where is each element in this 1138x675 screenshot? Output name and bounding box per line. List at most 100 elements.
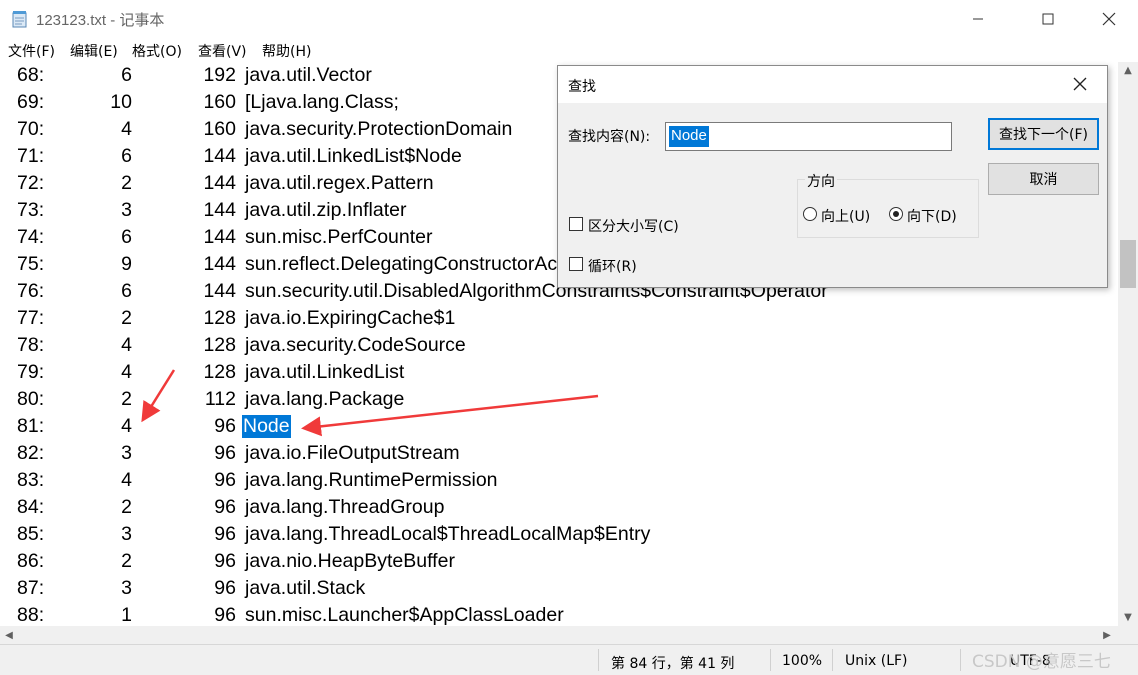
find-dialog-titlebar: 查找: [558, 66, 1107, 103]
line-number: 85:: [17, 523, 45, 545]
class-name: java.lang.ThreadGroup: [245, 496, 445, 518]
minimize-button[interactable]: [955, 0, 1001, 38]
class-name: java.util.LinkedList$Node: [245, 145, 462, 167]
scroll-down-button[interactable]: ▼: [1118, 609, 1138, 626]
status-line-ending: Unix (LF): [845, 653, 908, 669]
class-name: java.io.ExpiringCache$1: [245, 307, 456, 329]
byte-size: 128: [203, 334, 236, 356]
chevron-up-icon: ▲: [1124, 65, 1132, 76]
line-number: 71:: [17, 145, 45, 167]
minimize-icon: [973, 18, 983, 20]
find-what-value: Node: [669, 126, 709, 147]
text-line: 79: 4 128 java.util.LinkedList: [0, 361, 1118, 388]
chevron-down-icon: ▼: [1124, 612, 1132, 623]
menu-edit[interactable]: 编辑(E): [70, 41, 118, 61]
direction-down-radio[interactable]: [889, 207, 903, 221]
line-number: 77:: [17, 307, 45, 329]
find-next-button[interactable]: 查找下一个(F): [988, 118, 1099, 150]
match-case-label: 区分大小写(C): [588, 219, 679, 235]
direction-down-label: 向下(D): [907, 209, 957, 225]
direction-up-radio[interactable]: [803, 207, 817, 221]
text-line: 83: 4 96 java.lang.RuntimePermission: [0, 469, 1118, 496]
line-number: 81:: [17, 415, 45, 437]
byte-size: 128: [203, 307, 236, 329]
instance-count: 3: [121, 523, 132, 545]
line-number: 80:: [17, 388, 45, 410]
class-name: java.lang.RuntimePermission: [245, 469, 498, 491]
class-name: java.io.FileOutputStream: [245, 442, 460, 464]
text-line: 86: 2 96 java.nio.HeapByteBuffer: [0, 550, 1118, 577]
text-line: 80: 2 112 java.lang.Package: [0, 388, 1118, 415]
status-separator: [832, 649, 833, 671]
instance-count: 4: [121, 118, 132, 140]
text-line: 78: 4 128 java.security.CodeSource: [0, 334, 1118, 361]
find-what-input[interactable]: Node: [665, 122, 952, 151]
scroll-left-button[interactable]: ◀: [0, 626, 18, 644]
line-number: 73:: [17, 199, 45, 221]
match-case-checkbox[interactable]: [569, 217, 583, 231]
find-dialog-title: 查找: [568, 79, 596, 95]
chevron-left-icon: ◀: [5, 629, 13, 641]
cancel-button[interactable]: 取消: [988, 163, 1099, 195]
instance-count: 3: [121, 199, 132, 221]
byte-size: 160: [203, 91, 236, 113]
instance-count: 4: [121, 361, 132, 383]
line-number: 72:: [17, 172, 45, 194]
search-match-highlight: Node: [242, 415, 291, 438]
maximize-button[interactable]: [1025, 0, 1071, 38]
class-name: java.security.CodeSource: [245, 334, 466, 356]
close-button[interactable]: [1086, 0, 1132, 38]
byte-size: 96: [214, 577, 236, 599]
text-line: 77: 2 128 java.io.ExpiringCache$1: [0, 307, 1118, 334]
class-name: java.lang.Package: [245, 388, 405, 410]
instance-count: 4: [121, 469, 132, 491]
byte-size: 96: [214, 496, 236, 518]
class-name: java.util.zip.Inflater: [245, 199, 407, 221]
line-number: 75:: [17, 253, 45, 275]
line-number: 70:: [17, 118, 45, 140]
close-icon: [1073, 77, 1087, 91]
class-name: sun.misc.PerfCounter: [245, 226, 433, 248]
instance-count: 1: [121, 604, 132, 626]
instance-count: 6: [121, 64, 132, 86]
byte-size: 96: [214, 604, 236, 626]
horizontal-scrollbar[interactable]: ◀ ▶: [0, 626, 1118, 644]
class-name: java.lang.ThreadLocal$ThreadLocalMap$Ent…: [245, 523, 651, 545]
vertical-scrollbar[interactable]: ▲ ▼: [1118, 62, 1138, 626]
line-number: 79:: [17, 361, 45, 383]
byte-size: 144: [203, 253, 236, 275]
instance-count: 6: [121, 280, 132, 302]
class-name: java.security.ProtectionDomain: [245, 118, 513, 140]
wrap-around-checkbox[interactable]: [569, 257, 583, 271]
status-separator: [960, 649, 961, 671]
byte-size: 144: [203, 145, 236, 167]
class-name: java.util.Stack: [245, 577, 366, 599]
line-number: 68:: [17, 64, 45, 86]
vertical-scroll-thumb[interactable]: [1120, 240, 1136, 288]
menu-view[interactable]: 查看(V): [198, 41, 247, 61]
menu-file[interactable]: 文件(F): [8, 41, 55, 61]
find-what-label: 查找内容(N):: [568, 129, 651, 145]
byte-size: 128: [203, 361, 236, 383]
instance-count: 3: [121, 442, 132, 464]
scroll-right-button[interactable]: ▶: [1098, 626, 1116, 644]
line-number: 74:: [17, 226, 45, 248]
menu-format[interactable]: 格式(O): [132, 41, 182, 61]
find-dialog-close-button[interactable]: [1070, 74, 1090, 94]
menu-bar: 文件(F) 编辑(E) 格式(O) 查看(V) 帮助(H): [0, 38, 1138, 62]
scroll-up-button[interactable]: ▲: [1118, 62, 1138, 79]
line-number: 82:: [17, 442, 45, 464]
byte-size: 192: [203, 64, 236, 86]
text-line: 82: 3 96 java.io.FileOutputStream: [0, 442, 1118, 469]
find-dialog: 查找 查找内容(N): Node 查找下一个(F) 取消 方向 向上(U) 向下…: [557, 65, 1108, 288]
status-zoom: 100%: [782, 653, 823, 669]
text-line: 84: 2 96 java.lang.ThreadGroup: [0, 496, 1118, 523]
close-icon: [1102, 12, 1116, 26]
line-number: 78:: [17, 334, 45, 356]
instance-count: 4: [121, 334, 132, 356]
line-number: 84:: [17, 496, 45, 518]
direction-up-label: 向上(U): [821, 209, 871, 225]
menu-help[interactable]: 帮助(H): [262, 41, 311, 61]
byte-size: 96: [214, 523, 236, 545]
byte-size: 144: [203, 199, 236, 221]
